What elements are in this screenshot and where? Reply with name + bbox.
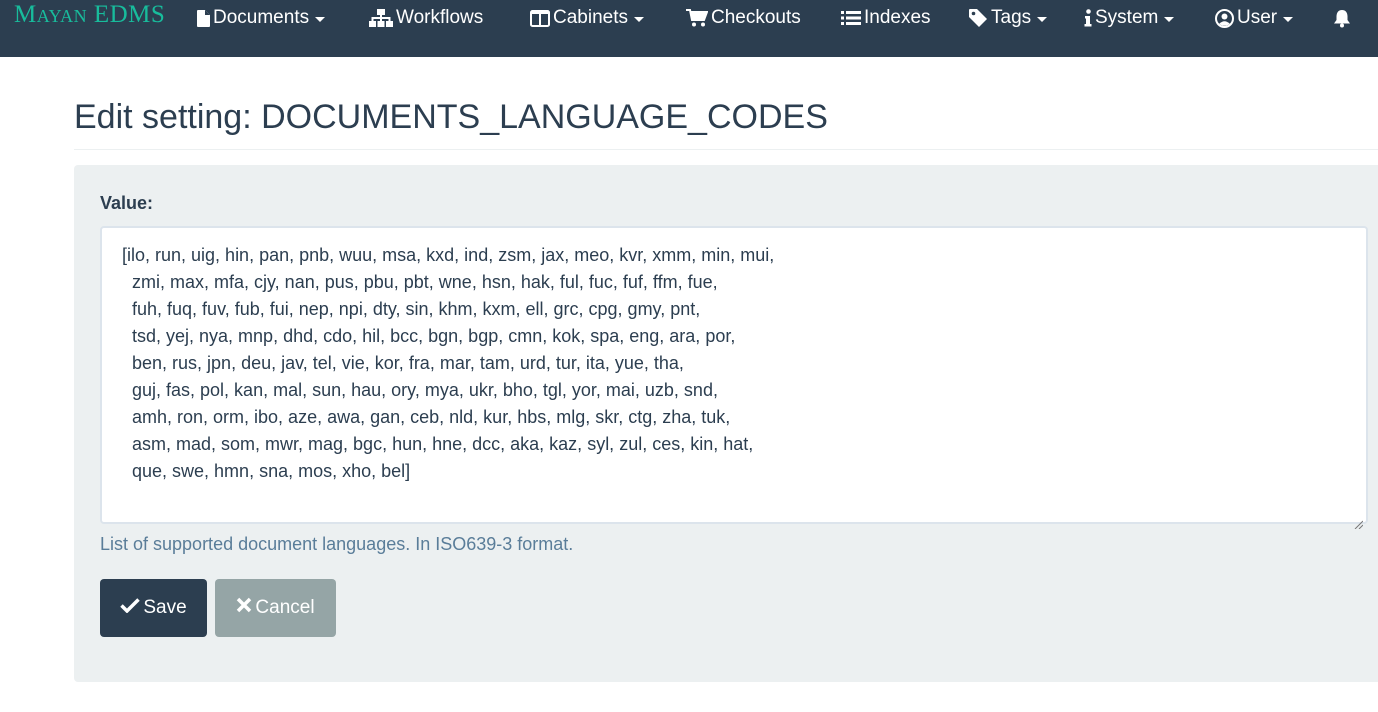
nav-indexes-label: Indexes: [864, 7, 931, 28]
value-line: [ilo, run, uig, hin, pan, pnb, wuu, msa,…: [122, 245, 775, 265]
value-line: amh, ron, orm, ibo, aze, awa, gan, ceb, …: [122, 407, 731, 427]
value-textarea[interactable]: [ilo, run, uig, hin, pan, pnb, wuu, msa,…: [100, 226, 1368, 530]
nav-user[interactable]: User: [1215, 4, 1294, 32]
nav-tags[interactable]: Tags: [968, 4, 1048, 32]
nav-system[interactable]: System: [1084, 4, 1175, 32]
resize-handle[interactable]: [1354, 510, 1364, 530]
nav-documents-label: Documents: [213, 7, 310, 28]
nav-indexes[interactable]: Indexes: [841, 4, 931, 32]
nav-checkouts-label: Checkouts: [711, 7, 801, 28]
tag-icon: [968, 8, 988, 28]
bell-icon: [1333, 9, 1351, 28]
check-icon: [120, 597, 143, 619]
nav-tags-label: Tags: [991, 7, 1032, 28]
cancel-button-label: Cancel: [255, 597, 315, 618]
shopping-cart-icon: [686, 9, 708, 27]
user-circle-icon: [1215, 8, 1234, 28]
list-icon: [841, 10, 861, 26]
page-title: Edit setting: DOCUMENTS_LANGUAGE_CODES: [74, 98, 828, 136]
help-text: List of supported document languages. In…: [100, 534, 574, 554]
sitemap-icon: [369, 9, 393, 27]
nav-cabinets-label: Cabinets: [553, 7, 628, 28]
value-line: ben, rus, jpn, deu, jav, tel, vie, kor, …: [122, 353, 684, 373]
value-line: que, swe, hmn, sna, mos, xho, bel]: [122, 461, 411, 481]
value-line: guj, fas, pol, kan, mal, sun, hau, ory, …: [122, 380, 718, 400]
chevron-down-icon: [634, 17, 644, 22]
value-line: asm, mad, som, mwr, mag, bgc, hun, hne, …: [122, 434, 754, 454]
notifications-button[interactable]: [1333, 4, 1354, 32]
save-button-label: Save: [143, 597, 187, 618]
chevron-down-icon: [315, 17, 326, 22]
nav-checkouts[interactable]: Checkouts: [686, 4, 801, 32]
info-icon: [1084, 9, 1092, 27]
chevron-down-icon: [1037, 17, 1048, 22]
times-icon: [236, 597, 255, 619]
cancel-button[interactable]: Cancel: [215, 579, 336, 637]
value-line: zmi, max, mfa, cjy, nan, pus, pbu, pbt, …: [122, 272, 718, 292]
value-line: fuh, fuq, fuv, fub, fui, nep, npi, dty, …: [122, 299, 701, 319]
value-field-label: Value:: [100, 193, 154, 213]
top-navbar: Mayan EDMS Documents Workflows Cabinets …: [0, 0, 1378, 57]
nav-system-label: System: [1095, 7, 1159, 28]
chevron-down-icon: [1283, 17, 1294, 22]
columns-icon: [530, 9, 550, 27]
header-divider: [74, 149, 1378, 150]
nav-workflows[interactable]: Workflows: [369, 4, 483, 32]
nav-cabinets[interactable]: Cabinets: [530, 4, 644, 32]
chevron-down-icon: [1164, 17, 1175, 22]
file-icon: [197, 9, 210, 27]
nav-workflows-label: Workflows: [396, 7, 484, 28]
brand-logo[interactable]: Mayan EDMS: [14, 1, 165, 29]
save-button[interactable]: Save: [100, 579, 207, 637]
nav-documents[interactable]: Documents: [197, 4, 326, 32]
nav-user-label: User: [1237, 7, 1278, 28]
value-line: tsd, yej, nya, mnp, dhd, cdo, hil, bcc, …: [122, 326, 736, 346]
